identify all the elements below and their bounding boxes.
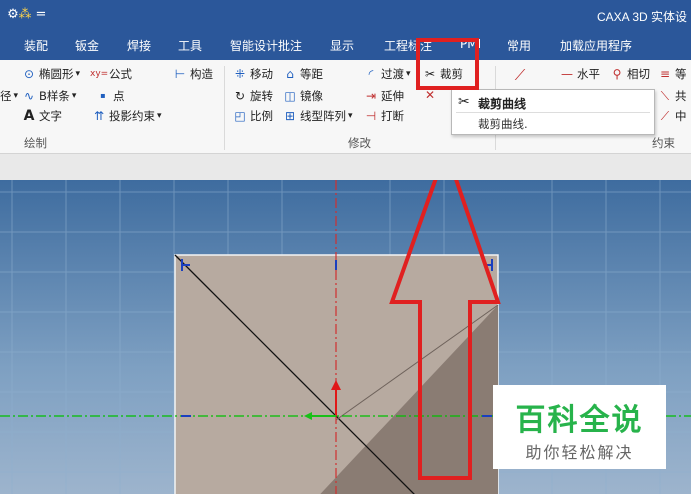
watermark-title: 百科全说 xyxy=(515,403,644,438)
ellipse-icon: ⊙ xyxy=(23,67,35,81)
equal-button[interactable]: ≡ 等 xyxy=(658,66,687,82)
horizontal-button[interactable]: — 水平 xyxy=(560,66,600,82)
break-button[interactable]: ⊣ 打断 xyxy=(364,108,404,124)
midpoint-icon: ⟋ xyxy=(660,109,670,123)
tangent-button[interactable]: ⚲ 相切 xyxy=(610,66,650,82)
delete-button[interactable]: ✕ xyxy=(423,88,440,102)
offset-icon: ⌂ xyxy=(286,67,294,81)
move-icon: ⁜ xyxy=(234,67,246,81)
modify-group-label: 修改 xyxy=(348,136,371,150)
break-icon: ⊣ xyxy=(365,109,377,123)
ribbon-tab-bar: 装配 钣金 焊接 工具 智能设计批注 显示 工程标注 PMI 常用 加载应用程序 xyxy=(0,32,691,60)
constraint-group-label: 约束 xyxy=(652,136,675,150)
linear-array-button[interactable]: ⊞ 线型阵列 ▾ xyxy=(283,108,353,124)
move-button[interactable]: ⁜ 移动 xyxy=(233,66,273,82)
tooltip-description: 裁剪曲线. xyxy=(478,117,528,131)
coincide-icon: ⟍ xyxy=(660,89,670,103)
scale-button[interactable]: ◰ 比例 xyxy=(233,108,273,124)
extend-icon: ⇥ xyxy=(365,89,377,103)
construct-icon: ⊢ xyxy=(174,67,186,81)
offset-button[interactable]: ⌂ 等距 xyxy=(283,66,323,82)
horizontal-icon: — xyxy=(561,67,573,81)
tab-tools[interactable]: 工具 xyxy=(178,37,202,54)
tab-display[interactable]: 显示 xyxy=(330,37,354,54)
trim-curve-tooltip: ✂ 裁剪曲线 裁剪曲线. xyxy=(451,89,655,135)
rotate-icon: ↻ xyxy=(234,89,246,103)
group-divider xyxy=(224,66,225,150)
text-icon: A xyxy=(23,108,35,124)
title-bar: ⚙ ⁂ = CAXA 3D 实体设 xyxy=(0,0,691,32)
draw-group-label: 绘制 xyxy=(24,136,47,150)
delete-icon: ✕ xyxy=(424,88,436,102)
extend-button[interactable]: ⇥ 延伸 xyxy=(364,88,404,104)
tab-smart-design-annotation[interactable]: 智能设计批注 xyxy=(230,37,302,54)
tab-sheet-metal[interactable]: 钣金 xyxy=(75,37,99,54)
fillet-icon: ◜ xyxy=(368,67,374,81)
equal-icon: ≡ xyxy=(659,67,671,81)
midpoint-button[interactable]: ⟋ 中 xyxy=(658,108,687,124)
tooltip-divider xyxy=(456,112,650,113)
projection-constraint-button[interactable]: ⇈ 投影约束 ▾ xyxy=(92,108,162,124)
trim-highlight-box xyxy=(416,38,479,90)
scale-icon: ◰ xyxy=(234,109,246,123)
tangent-icon: ⚲ xyxy=(612,67,622,81)
construct-button[interactable]: ⊢ 构造 xyxy=(173,66,213,82)
customize-quick-access-icon[interactable]: = xyxy=(32,6,50,24)
text-button[interactable]: A 文字 xyxy=(22,108,62,124)
rotate-button[interactable]: ↻ 旋转 xyxy=(233,88,273,104)
projection-icon: ⇈ xyxy=(93,109,105,123)
ribbon-bottom-strip xyxy=(0,154,691,180)
transition-button[interactable]: ◜ 过渡 ▾ xyxy=(364,66,411,82)
mirror-icon: ◫ xyxy=(284,89,296,103)
diameter-dropdown[interactable]: 径 ▾ xyxy=(0,88,18,104)
ellipse-button[interactable]: ⊙ 椭圆形 ▾ xyxy=(22,66,80,82)
tab-welding[interactable]: 焊接 xyxy=(127,37,151,54)
coincide-button[interactable]: ⟍ 共 xyxy=(658,88,687,104)
formula-button[interactable]: xy= 公式 xyxy=(90,66,132,82)
scissors-icon: ✂ xyxy=(458,94,470,110)
point-button[interactable]: ▪ 点 xyxy=(96,88,124,104)
tab-assembly[interactable]: 装配 xyxy=(24,37,48,54)
point-icon: ▪ xyxy=(100,91,106,100)
tab-common[interactable]: 常用 xyxy=(507,37,531,54)
watermark: 百科全说 助你轻松解决 xyxy=(493,385,666,469)
window-title: CAXA 3D 实体设 xyxy=(596,10,687,24)
formula-icon: xy= xyxy=(90,69,109,79)
bspline-button[interactable]: ∿ B样条 ▾ xyxy=(22,88,76,104)
tab-load-applications[interactable]: 加载应用程序 xyxy=(560,37,632,54)
watermark-subtitle: 助你轻松解决 xyxy=(525,443,634,462)
dimension-icon: ⟋ xyxy=(514,66,526,84)
bspline-icon: ∿ xyxy=(23,89,35,103)
linear-array-icon: ⊞ xyxy=(284,109,296,123)
mirror-button[interactable]: ◫ 镜像 xyxy=(283,88,323,104)
dimension-button[interactable]: ⟋ xyxy=(513,66,530,84)
tooltip-title: 裁剪曲线 xyxy=(478,97,527,111)
